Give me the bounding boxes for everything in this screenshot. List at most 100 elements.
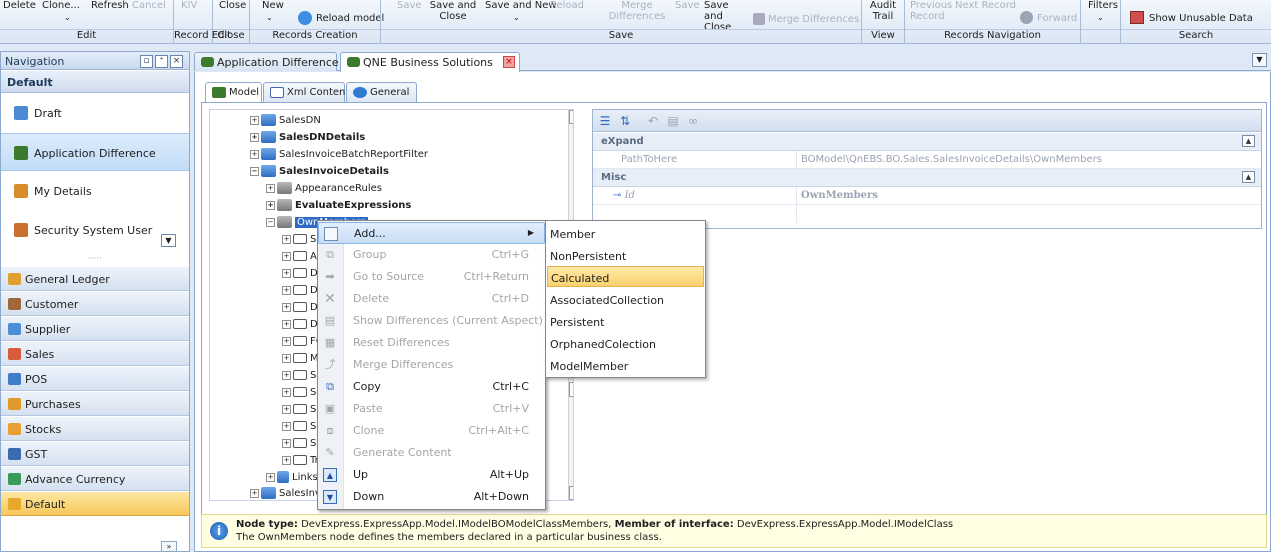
expand-icon[interactable]: + bbox=[282, 285, 291, 295]
new-dropdown-icon[interactable]: ⌄ bbox=[266, 12, 273, 23]
expand-icon[interactable]: + bbox=[282, 319, 291, 329]
nav-group-default[interactable]: Default bbox=[1, 492, 189, 516]
submenu-item-persistent[interactable]: Persistent bbox=[547, 311, 704, 332]
close-button[interactable]: Close bbox=[219, 0, 246, 11]
audit-trail-button[interactable]: Audit Trail bbox=[868, 0, 898, 22]
save-button[interactable]: Save bbox=[397, 0, 422, 11]
menu-item-group[interactable]: ⧉ Group Ctrl+G bbox=[318, 244, 545, 266]
nav-group-pos[interactable]: POS bbox=[1, 367, 189, 391]
submenu-item-orphanedcolection[interactable]: OrphanedColection bbox=[547, 333, 704, 354]
pin-icon[interactable]: ᐩ bbox=[155, 55, 168, 68]
category-misc[interactable]: Misc ▲ bbox=[593, 169, 1261, 187]
tab-xml-content[interactable]: Xml Content bbox=[263, 82, 349, 102]
expand-icon[interactable]: + bbox=[250, 149, 259, 159]
tree-node[interactable]: + AppearanceRules bbox=[266, 181, 382, 198]
expand-icon[interactable]: + bbox=[282, 234, 291, 244]
menu-item-add[interactable]: Add... ▶ bbox=[318, 222, 545, 244]
nav-group-advance-currency[interactable]: Advance Currency bbox=[1, 467, 189, 491]
clone-dropdown-icon[interactable]: ⌄ bbox=[64, 12, 71, 23]
sort-alphabetical-icon[interactable]: ⇅ bbox=[617, 113, 633, 129]
categorized-icon[interactable]: ☰ bbox=[597, 113, 613, 129]
menu-item-up[interactable]: ▲ Up Alt+Up bbox=[318, 464, 545, 486]
submenu-item-associatedcollection[interactable]: AssociatedCollection bbox=[547, 289, 704, 310]
save-and-new-dropdown-icon[interactable]: ⌄ bbox=[513, 12, 520, 23]
expand-icon[interactable]: + bbox=[282, 387, 291, 397]
tab-model[interactable]: Model bbox=[205, 82, 262, 103]
property-row-id[interactable]: ⊸ Id OwnMembers bbox=[593, 187, 1261, 205]
nav-group-supplier[interactable]: Supplier bbox=[1, 317, 189, 341]
previous-record-button[interactable]: Previous Record bbox=[910, 0, 952, 22]
close-icon[interactable]: × bbox=[170, 55, 183, 68]
chevron-down-icon[interactable]: ▼ bbox=[161, 234, 176, 247]
forward-button[interactable]: Forward bbox=[1037, 13, 1077, 24]
menu-item-down[interactable]: ▼ Down Alt+Down bbox=[318, 486, 545, 508]
expand-icon[interactable]: + bbox=[250, 132, 259, 142]
menu-item-generate-content[interactable]: ✎ Generate Content bbox=[318, 442, 545, 464]
nav-item-draft[interactable]: Draft bbox=[1, 94, 189, 132]
new-button[interactable]: New bbox=[262, 0, 284, 11]
nav-group-general-ledger[interactable]: General Ledger bbox=[1, 267, 189, 291]
menu-item-delete[interactable]: ✕ Delete Ctrl+D bbox=[318, 288, 545, 310]
delete-button[interactable]: Delete bbox=[3, 0, 36, 11]
expand-more-icon[interactable]: » bbox=[161, 541, 177, 552]
show-unusable-data-button[interactable]: Show Unusable Data bbox=[1149, 13, 1253, 24]
tab-qne-business-solutions[interactable]: QNE Business Solutions × bbox=[340, 52, 520, 72]
merge-differences-button-2[interactable]: Merge Differences bbox=[768, 14, 859, 25]
cancel-button[interactable]: Cancel bbox=[132, 0, 166, 11]
nav-group-gst[interactable]: GST bbox=[1, 442, 189, 466]
tab-application-difference[interactable]: Application Difference bbox=[194, 52, 339, 71]
kiv-button[interactable]: KIV bbox=[181, 0, 197, 11]
tree-node[interactable]: + SalesDN bbox=[250, 113, 321, 130]
scroll-up-icon[interactable]: ▲ bbox=[569, 110, 573, 124]
menu-item-show-differences[interactable]: ▤ Show Differences (Current Aspect) bbox=[318, 310, 545, 332]
clone-button[interactable]: Clone... bbox=[42, 0, 80, 11]
category-expand[interactable]: eXpand ▲ bbox=[593, 133, 1261, 151]
merge-differences-button[interactable]: Merge Differences bbox=[606, 0, 668, 22]
scroll-thumb[interactable]: ≡ bbox=[569, 382, 573, 397]
tab-general[interactable]: General bbox=[346, 82, 417, 102]
scroll-down-icon[interactable]: ▼ bbox=[569, 486, 573, 500]
menu-item-clone[interactable]: ⧈ Clone Ctrl+Alt+C bbox=[318, 420, 545, 442]
submenu-item-calculated[interactable]: Calculated bbox=[547, 266, 704, 287]
menu-item-copy[interactable]: ⧉ Copy Ctrl+C bbox=[318, 376, 545, 398]
refresh-button[interactable]: Refresh bbox=[91, 0, 129, 11]
collapse-category-icon[interactable]: ▲ bbox=[1242, 135, 1255, 147]
tree-node[interactable]: + SalesDNDetails bbox=[250, 130, 365, 147]
property-row-path[interactable]: PathToHere BOModel\QnEBS.BO.Sales.SalesI… bbox=[593, 151, 1261, 169]
filters-button[interactable]: Filters bbox=[1088, 0, 1118, 11]
next-record-button[interactable]: Next Record bbox=[955, 0, 1016, 11]
expand-icon[interactable]: + bbox=[266, 472, 275, 482]
expand-icon[interactable]: + bbox=[282, 438, 291, 448]
menu-item-paste[interactable]: ▣ Paste Ctrl+V bbox=[318, 398, 545, 420]
tree-node[interactable]: + SalesInvoiceBatchReportFilter bbox=[250, 147, 428, 164]
nav-group-stocks[interactable]: Stocks bbox=[1, 417, 189, 441]
expand-icon[interactable]: + bbox=[282, 421, 291, 431]
window-position-icon[interactable]: ▫ bbox=[140, 55, 153, 68]
save-and-close-button[interactable]: Save and Close bbox=[425, 0, 481, 22]
expand-icon[interactable]: + bbox=[282, 268, 291, 278]
expand-icon[interactable]: + bbox=[282, 455, 291, 465]
tree-node[interactable]: + SalesInvo bbox=[250, 486, 327, 500]
nav-section-default[interactable]: Default bbox=[1, 71, 189, 93]
expand-icon[interactable]: + bbox=[266, 183, 275, 193]
submenu-item-nonpersistent[interactable]: NonPersistent bbox=[547, 245, 704, 266]
reload-model-button[interactable]: Reload model bbox=[316, 13, 384, 24]
link-icon[interactable]: ∞ bbox=[685, 113, 701, 129]
tree-node[interactable]: + Tr bbox=[282, 453, 319, 470]
tree-node[interactable]: + EvaluateExpressions bbox=[266, 198, 411, 215]
filters-dropdown-icon[interactable]: ⌄ bbox=[1097, 12, 1104, 23]
collapse-icon[interactable]: − bbox=[266, 217, 275, 227]
submenu-item-member[interactable]: Member bbox=[547, 223, 704, 244]
expand-icon[interactable]: + bbox=[282, 336, 291, 346]
expand-icon[interactable]: + bbox=[282, 404, 291, 414]
nav-group-sales[interactable]: Sales bbox=[1, 342, 189, 366]
expand-icon[interactable]: + bbox=[250, 115, 259, 125]
nav-item-my-details[interactable]: My Details bbox=[1, 172, 189, 210]
nav-group-customer[interactable]: Customer bbox=[1, 292, 189, 316]
tree-node[interactable]: + DI bbox=[282, 266, 321, 283]
save-button-2[interactable]: Save bbox=[675, 0, 700, 11]
undo-icon[interactable]: ↶ bbox=[645, 113, 661, 129]
list-icon[interactable]: ▤ bbox=[665, 113, 681, 129]
collapse-icon[interactable]: − bbox=[250, 166, 259, 176]
save-and-new-button[interactable]: Save and New bbox=[485, 0, 557, 11]
